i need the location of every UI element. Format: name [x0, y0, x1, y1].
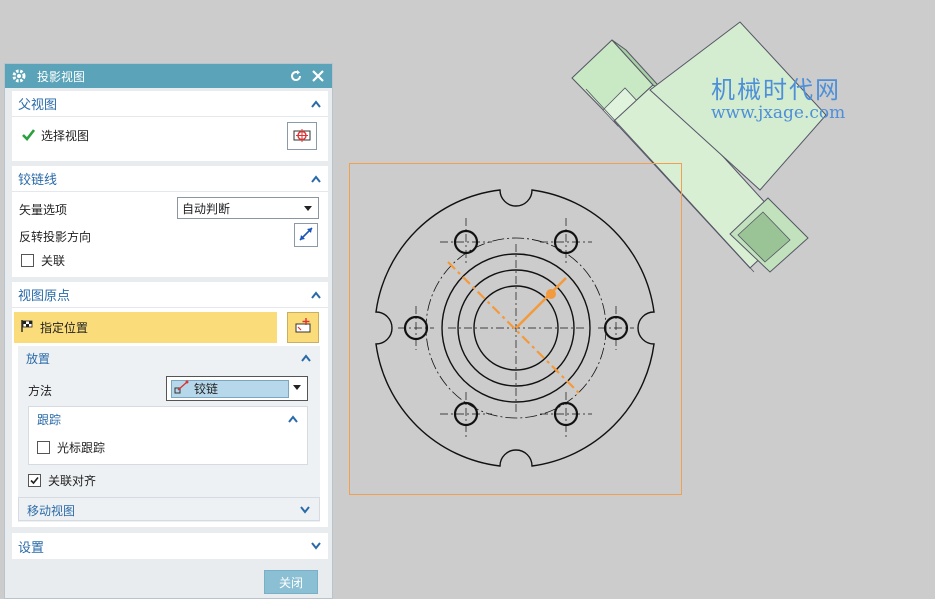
chevron-up-icon[interactable] [287, 413, 299, 425]
associative-checkbox[interactable] [21, 254, 34, 267]
dropdown-arrow-icon [304, 206, 312, 211]
move-view-header[interactable]: 移动视图 [19, 498, 319, 522]
dropdown-arrow-icon [293, 385, 301, 390]
gear-icon[interactable] [11, 68, 27, 84]
reset-icon[interactable] [288, 68, 304, 84]
hinge-vector-arrow [515, 277, 567, 329]
dialog-title: 投影视图 [37, 69, 86, 84]
close-icon[interactable] [310, 68, 326, 84]
method-label: 方法 [28, 384, 53, 398]
settings-header[interactable]: 设置 [12, 533, 328, 559]
hinge-line-section: 铰链线 矢量选项 自动判断 反转投影方向 关联 [12, 166, 328, 277]
reverse-direction-button[interactable] [294, 223, 318, 247]
projected-view-dialog: 投影视图 父视图 选择视图 铰链线 矢量选项 自动判断 反转投影方向 关联 视图… [4, 63, 333, 599]
chevron-down-icon[interactable] [299, 504, 311, 516]
point-dialog-icon [292, 316, 314, 339]
chevron-down-icon[interactable] [310, 540, 322, 552]
projected-view-drawing[interactable] [375, 189, 655, 467]
chevron-up-icon[interactable] [310, 289, 322, 301]
reverse-arrow-icon [297, 225, 315, 246]
specify-location-button[interactable] [287, 312, 319, 343]
placement-header[interactable]: 放置 [18, 346, 320, 370]
chevron-up-icon[interactable] [300, 352, 312, 364]
hinge-vector-handle[interactable] [546, 289, 556, 299]
dialog-titlebar: 投影视图 [5, 64, 332, 88]
vector-option-select[interactable]: 自动判断 [177, 197, 319, 219]
placement-subsection: 放置 方法 铰链 跟踪 光标跟踪 关联对齐 [18, 346, 320, 522]
cursor-tracking-row[interactable]: 光标跟踪 [37, 439, 105, 456]
specify-location-row[interactable]: 指定位置 [14, 312, 277, 343]
reverse-direction-label: 反转投影方向 [19, 230, 92, 244]
cursor-tracking-checkbox[interactable] [37, 441, 50, 454]
view-select-icon [291, 126, 313, 147]
select-view-button[interactable] [287, 122, 317, 150]
view-origin-section: 视图原点 指定位置 放置 方法 铰链 跟踪 光标跟踪 关联对齐 移动视图 [12, 282, 328, 527]
method-select[interactable]: 铰链 [166, 376, 308, 401]
chevron-up-icon[interactable] [310, 98, 322, 110]
tracking-header[interactable]: 跟踪 [29, 407, 307, 431]
graphics-window[interactable]: 机械时代网 www.jxage.com [333, 0, 935, 599]
checkered-flag-icon [20, 319, 34, 336]
select-view-label: 选择视图 [41, 129, 90, 143]
chevron-up-icon[interactable] [310, 173, 322, 185]
associative-checkbox-row[interactable]: 关联 [21, 252, 65, 269]
check-mark-icon [22, 128, 36, 144]
settings-section[interactable]: 设置 [12, 533, 328, 559]
vector-option-label: 矢量选项 [19, 203, 68, 217]
view-origin-header[interactable]: 视图原点 [12, 282, 328, 308]
method-select-value: 铰链 [171, 379, 289, 398]
hinge-line-header[interactable]: 铰链线 [12, 166, 328, 192]
flange-3d-model[interactable] [571, 21, 827, 273]
move-view-subsection[interactable]: 移动视图 [18, 497, 320, 521]
close-button[interactable]: 关闭 [264, 570, 318, 594]
associative-align-checkbox[interactable] [28, 474, 41, 487]
view-preview-border [349, 163, 682, 495]
select-view-row[interactable]: 选择视图 [22, 127, 89, 144]
watermark: 机械时代网 www.jxage.com [711, 76, 846, 123]
associative-align-row[interactable]: 关联对齐 [28, 472, 96, 489]
parent-view-section: 父视图 选择视图 [12, 91, 328, 161]
hinge-method-icon [174, 380, 190, 397]
parent-view-header[interactable]: 父视图 [12, 91, 328, 117]
tracking-subsection: 跟踪 光标跟踪 [28, 406, 308, 465]
